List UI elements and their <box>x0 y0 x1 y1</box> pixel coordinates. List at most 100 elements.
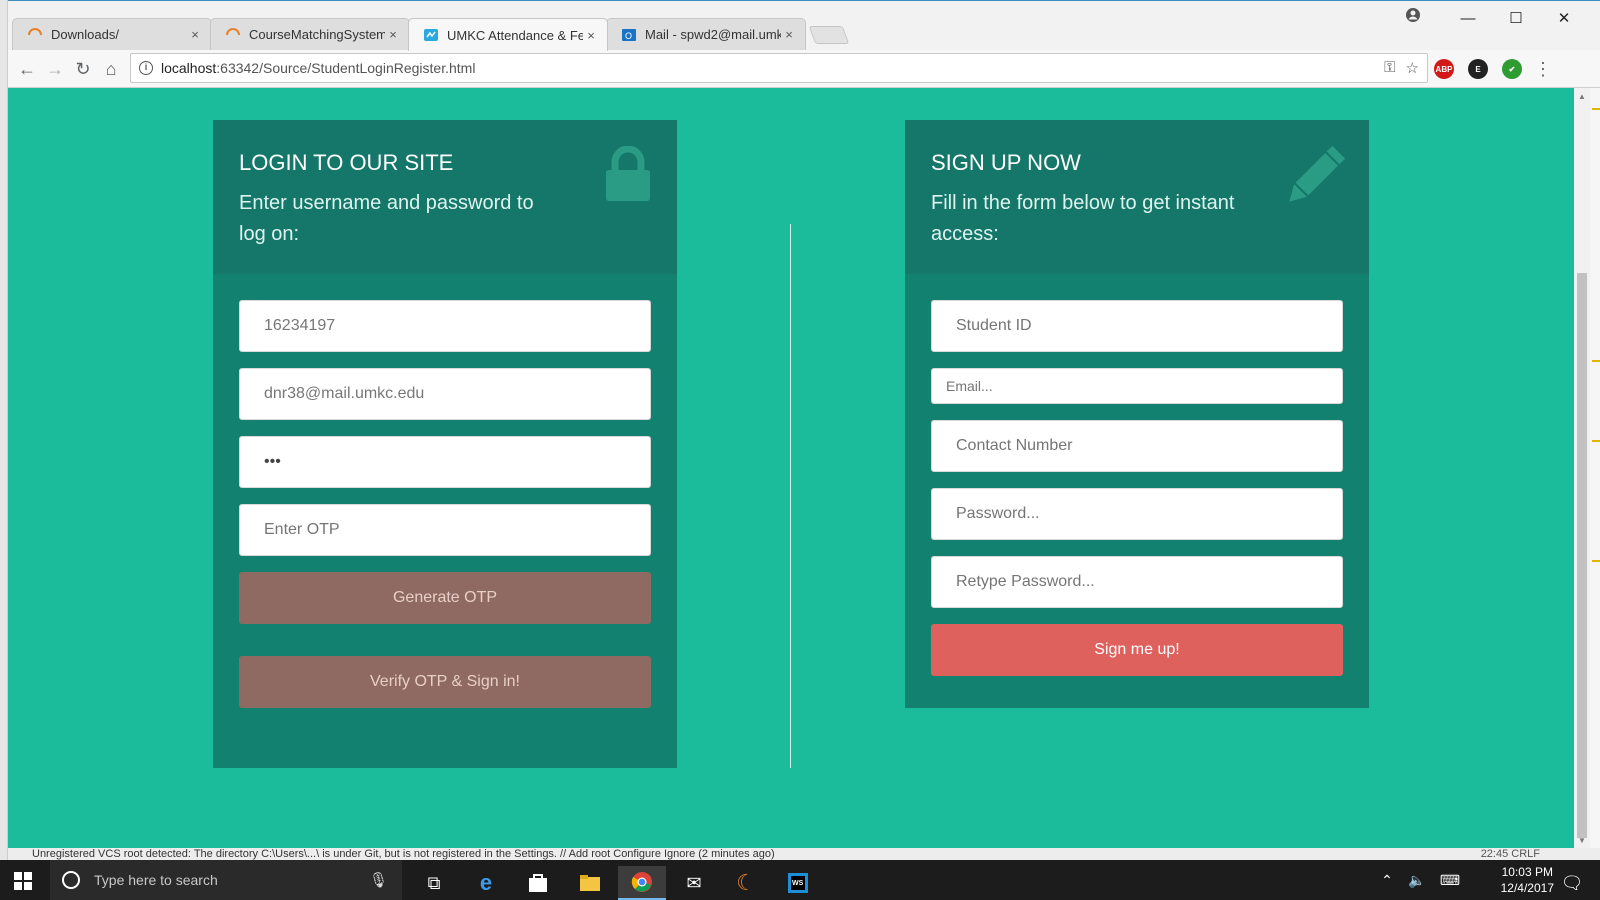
page-icon <box>423 27 439 43</box>
email-field[interactable] <box>239 368 651 420</box>
evernote-icon[interactable]: E <box>1468 59 1488 79</box>
ide-marker <box>1592 360 1600 362</box>
file-explorer-icon[interactable] <box>566 866 614 900</box>
edge-icon[interactable]: e <box>462 866 510 900</box>
sign-up-button[interactable]: Sign me up! <box>931 624 1343 676</box>
close-tab-icon[interactable]: × <box>781 27 797 42</box>
close-tab-icon[interactable]: × <box>385 27 401 42</box>
url-host: localhost <box>161 60 217 76</box>
login-title: LOGIN TO OUR SITE <box>239 150 454 175</box>
browser-toolbar: ← → ↻ ⌂ i localhost:63342/Source/Student… <box>8 50 1600 88</box>
password-field[interactable] <box>239 436 651 488</box>
home-icon[interactable]: ⌂ <box>100 58 122 80</box>
tab-title: Downloads/ <box>51 27 119 42</box>
microphone-icon[interactable]: 🎙 <box>369 871 388 889</box>
mail-icon[interactable]: ✉ <box>670 866 718 900</box>
url-path: :63342/Source/StudentLoginRegister.html <box>216 60 476 76</box>
signup-title: SIGN UP NOW <box>931 150 1081 175</box>
windows-taskbar: Type here to search 🎙 ⧉ e ✉ ☾ WS ⌃ 🔈 ⌨ 1… <box>0 860 1600 900</box>
pencil-icon <box>1283 145 1346 213</box>
lock-icon <box>605 145 651 207</box>
signup-retype-password-field[interactable] <box>931 556 1343 608</box>
student-id-field[interactable] <box>239 300 651 352</box>
signup-student-id-field[interactable] <box>931 300 1343 352</box>
profile-icon[interactable] <box>1405 7 1421 23</box>
tab-coursematching[interactable]: CourseMatchingSystem × <box>210 18 410 50</box>
tab-downloads[interactable]: Downloads/ × <box>12 18 212 50</box>
panel-divider <box>790 224 791 768</box>
taskbar-clock[interactable]: 10:03 PM 12/4/2017 <box>1501 864 1554 896</box>
minimize-button[interactable]: — <box>1444 10 1492 27</box>
page-scrollbar[interactable]: ▲ ▼ <box>1574 88 1590 848</box>
notifications-icon[interactable]: 🗨 <box>1552 866 1592 900</box>
ide-marker <box>1592 440 1600 442</box>
system-tray: ⌃ 🔈 ⌨ <box>1372 860 1468 900</box>
status-right: 22:45 CRLF <box>1480 848 1540 860</box>
signup-password-field[interactable] <box>931 488 1343 540</box>
clock-time: 10:03 PM <box>1501 865 1553 879</box>
tab-title: UMKC Attendance & Fee <box>447 27 583 43</box>
task-view-icon[interactable]: ⧉ <box>410 866 458 900</box>
generate-otp-button[interactable]: Generate OTP <box>239 572 651 624</box>
signup-subtitle: Fill in the form below to get instant ac… <box>931 192 1235 245</box>
volume-icon[interactable]: 🔈 <box>1402 872 1432 889</box>
close-tab-icon[interactable]: × <box>583 28 599 43</box>
new-tab-button[interactable] <box>808 26 850 44</box>
signup-email-field[interactable] <box>931 368 1343 404</box>
search-placeholder: Type here to search <box>94 872 218 888</box>
webstorm-icon[interactable]: WS <box>774 866 822 900</box>
verify-otp-signin-button[interactable]: Verify OTP & Sign in! <box>239 656 651 708</box>
clock-date: 12/4/2017 <box>1500 881 1554 895</box>
ide-marker <box>1592 108 1600 110</box>
login-panel: LOGIN TO OUR SITE Enter username and pas… <box>213 120 677 768</box>
scrollbar-thumb[interactable] <box>1577 273 1587 838</box>
address-bar[interactable]: i localhost:63342/Source/StudentLoginReg… <box>130 53 1428 83</box>
outlook-icon: O <box>621 27 637 43</box>
info-icon[interactable]: i <box>139 61 153 75</box>
status-text: Unregistered VCS root detected: The dire… <box>32 848 775 860</box>
signup-contact-field[interactable] <box>931 420 1343 472</box>
signup-panel: SIGN UP NOW Fill in the form below to ge… <box>905 120 1369 708</box>
loading-spinner-icon <box>225 27 241 43</box>
scroll-down-arrow-icon[interactable]: ▼ <box>1578 836 1586 845</box>
scroll-up-arrow-icon[interactable]: ▲ <box>1578 92 1586 101</box>
login-panel-header: LOGIN TO OUR SITE Enter username and pas… <box>213 120 677 274</box>
reload-icon[interactable]: ↻ <box>72 58 94 80</box>
maximize-button[interactable]: ☐ <box>1492 9 1540 27</box>
chrome-icon[interactable] <box>618 866 666 900</box>
cortana-icon <box>62 871 80 889</box>
eclipse-icon[interactable]: ☾ <box>722 866 770 900</box>
key-icon[interactable]: ⚿ <box>1384 59 1395 77</box>
ide-gutter <box>1590 88 1600 848</box>
login-subtitle: Enter username and password to log on: <box>239 192 534 245</box>
checkmark-extension-icon[interactable]: ✔ <box>1502 59 1522 79</box>
tab-title: CourseMatchingSystem <box>249 27 385 42</box>
svg-text:O: O <box>625 31 632 41</box>
ide-marker <box>1592 560 1600 562</box>
window-controls: — ☐ ✕ <box>1444 5 1588 31</box>
svg-text:WS: WS <box>792 880 804 887</box>
adblock-plus-icon[interactable]: ABP <box>1434 59 1454 79</box>
page-viewport: LOGIN TO OUR SITE Enter username and pas… <box>8 88 1574 848</box>
close-window-button[interactable]: ✕ <box>1540 9 1588 27</box>
tab-umkc-attendance[interactable]: UMKC Attendance & Fee × <box>408 18 608 51</box>
taskbar-search[interactable]: Type here to search 🎙 <box>50 860 402 900</box>
signup-panel-header: SIGN UP NOW Fill in the form below to ge… <box>905 120 1369 274</box>
store-icon[interactable] <box>514 866 562 900</box>
windows-start-icon[interactable] <box>14 872 32 890</box>
ide-status-bar: Unregistered VCS root detected: The dire… <box>8 848 1600 860</box>
window-left-edge <box>0 0 8 860</box>
tab-mail[interactable]: O Mail - spwd2@mail.umk × <box>606 18 806 50</box>
browser-chrome: Downloads/ × CourseMatchingSystem × UMKC… <box>0 0 1600 88</box>
menu-kebab-icon[interactable]: ⋮ <box>1532 58 1554 80</box>
omnibox-actions: ⚿ ☆ <box>1384 59 1419 77</box>
forward-arrow-icon[interactable]: → <box>44 58 66 80</box>
otp-field[interactable] <box>239 504 651 556</box>
bookmark-star-icon[interactable]: ☆ <box>1406 59 1419 77</box>
loading-spinner-icon <box>27 27 43 43</box>
close-tab-icon[interactable]: × <box>187 27 203 42</box>
chevron-up-icon[interactable]: ⌃ <box>1372 872 1402 889</box>
keyboard-icon[interactable]: ⌨ <box>1432 872 1468 889</box>
back-arrow-icon[interactable]: ← <box>16 58 38 80</box>
tab-title: Mail - spwd2@mail.umk <box>645 27 781 42</box>
